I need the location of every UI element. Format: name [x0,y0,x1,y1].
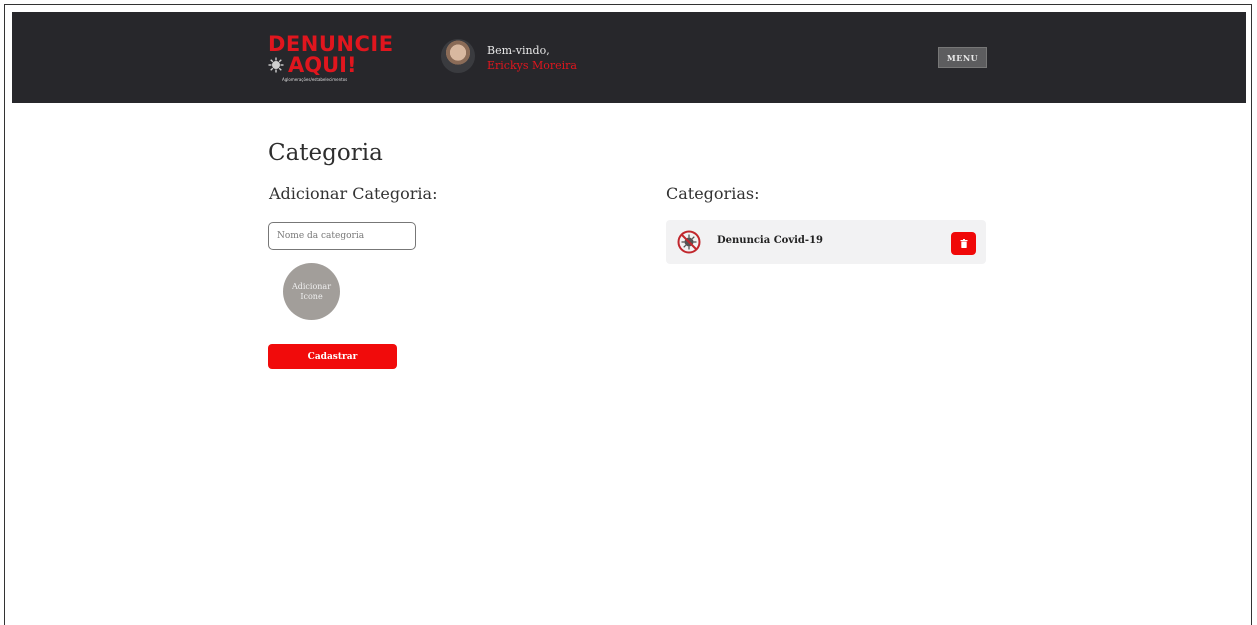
user-name: Erickys Moreira [487,59,577,72]
trash-icon [960,239,967,248]
logo-tagline: Aglomerações/estabelecimentos [282,77,348,82]
register-button[interactable]: Cadastrar [268,344,397,369]
add-icon-label: Adicionar Icone [291,281,332,301]
category-name-input[interactable] [268,222,416,250]
add-category-heading: Adicionar Categoria: [269,184,438,203]
logo-title-line2: AQUI! [288,53,357,77]
user-avatar[interactable] [441,39,475,73]
delete-category-button[interactable] [951,232,976,255]
category-name: Denuncia Covid-19 [717,235,823,246]
virus-icon [268,57,284,73]
add-icon-button[interactable]: Adicionar Icone [283,263,340,320]
logo-title-line1: DENUNCIE [268,32,394,56]
logo-title-line2-wrapper: AQUI! [268,54,388,76]
categories-heading: Categorias: [666,184,760,203]
top-navbar [12,12,1246,103]
welcome-text: Bem-vindo, [487,44,550,57]
brand-logo[interactable]: DENUNCIE AQUI! Aglomerações/estabelecime… [268,32,394,83]
menu-button[interactable]: MENU [938,47,987,68]
category-list-item[interactable]: Denuncia Covid-19 [666,220,986,264]
page-title: Categoria [268,140,383,166]
welcome-block: Bem-vindo, Erickys Moreira [487,44,577,73]
virus-prohibited-icon [677,230,701,254]
category-list: Denuncia Covid-19 [666,220,986,264]
